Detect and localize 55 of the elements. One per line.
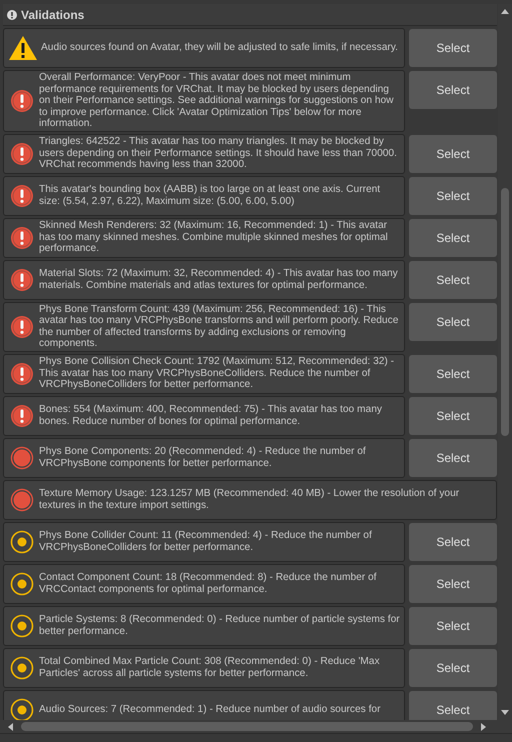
scroll-up-icon[interactable] bbox=[501, 8, 509, 14]
scroll-down-icon[interactable] bbox=[501, 710, 509, 716]
message-text: Skinned Mesh Renderers: 32 (Maximum: 16, Recommended: 1) - This avatar has too many skinned meshes. Combine multiple skinned meshes for optimal performance. bbox=[39, 220, 389, 255]
message-text: Bones: 554 (Maximum: 400, Recommended: 75) - This avatar has too many bones. Reduce number of bones for optimal performance. bbox=[39, 404, 383, 427]
select-button[interactable]: Select bbox=[409, 176, 497, 214]
error-icon bbox=[10, 268, 34, 292]
horizontal-scrollbar[interactable] bbox=[0, 720, 512, 734]
error-icon bbox=[10, 404, 34, 428]
message-text: This avatar's bounding box (AABB) is too large on at least one axis. Current size: (5.54, 2.97, 6.22), Maximum size: (5.00, 6.00, 5.00) bbox=[39, 184, 382, 207]
scroll-thumb[interactable] bbox=[501, 188, 509, 436]
message-text: Phys Bone Transform Count: 439 (Maximum: 256, Recommended: 16) - This avatar has too many VRCPhysBone transforms and will perform poorly. Reduce the number of affected transforms by adding exclusions or removing components. bbox=[39, 304, 400, 350]
select-button[interactable]: Select bbox=[409, 564, 497, 602]
message-text: Triangles: 642522 - This avatar has too many triangles. It may be blocked by users depending on their Performance settings. It should have less than 70000. VRChat recommends having less than 32000. bbox=[39, 136, 398, 171]
message-text: Phys Bone Components: 20 (Recommended: 4) - Reduce the number of VRCPhysBone components for better performance. bbox=[39, 446, 367, 469]
error-icon bbox=[10, 142, 34, 166]
select-button[interactable]: Select bbox=[409, 396, 497, 434]
message-text: Particle Systems: 8 (Recommended: 0) - Reduce number of particle systems for better performance. bbox=[39, 614, 401, 637]
message-text: Total Combined Max Particle Count: 308 (Recommended: 0) - Reduce 'Max Particles' across all particle systems for better performance. bbox=[39, 656, 381, 679]
error-icon bbox=[10, 88, 34, 113]
select-button[interactable]: Select bbox=[409, 29, 497, 67]
caution-dot-icon bbox=[10, 572, 34, 596]
message-text: Phys Bone Collider Count: 11 (Recommended: 4) - Reduce the number of VRCPhysBoneColliders for better performance. bbox=[39, 530, 373, 553]
select-button[interactable]: Select bbox=[409, 522, 497, 560]
message-text: Texture Memory Usage: 123.1257 MB (Recommended: 40 MB) - Lower the resolution of your textures in the texture import settings. bbox=[39, 488, 460, 511]
select-button[interactable]: Select bbox=[409, 134, 497, 172]
error-dot-icon bbox=[10, 488, 34, 512]
error-icon bbox=[10, 184, 34, 208]
error-dot-icon bbox=[10, 446, 34, 470]
message-text: Contact Component Count: 18 (Recommended: 8) - Reduce the number of VRCContact components for optimal performance. bbox=[39, 572, 378, 595]
caution-dot-icon bbox=[10, 614, 34, 638]
message-text: Overall Performance: VeryPoor - This avatar does not meet minimum performance requirements for VRChat. It may be blocked by users depending on their Performance settings. See additional warnings for suggestions on how to improve performance. Click 'Avatar Optimization Tips' below for more information. bbox=[39, 72, 395, 130]
caution-dot-icon bbox=[10, 656, 34, 680]
caution-dot-icon bbox=[10, 530, 34, 554]
select-button[interactable]: Select bbox=[409, 648, 497, 686]
scroll-left-icon[interactable] bbox=[7, 722, 13, 730]
select-button[interactable]: Select bbox=[409, 438, 497, 476]
select-button[interactable]: Select bbox=[409, 606, 497, 644]
section-title: Validations bbox=[21, 6, 84, 24]
select-button[interactable]: Select bbox=[409, 354, 497, 392]
scroll-right-icon[interactable] bbox=[481, 722, 487, 730]
message-text: Audio sources found on Avatar, they will be adjusted to safe limits, if necessary. bbox=[41, 42, 398, 54]
error-icon bbox=[10, 226, 34, 250]
select-button[interactable]: Select bbox=[409, 302, 497, 340]
error-icon bbox=[10, 314, 34, 338]
warning-icon bbox=[8, 35, 38, 61]
message-text: Audio Sources: 7 (Recommended: 1) - Reduce number of audio sources for bbox=[39, 704, 380, 716]
select-button[interactable]: Select bbox=[409, 260, 497, 298]
message-text: Phys Bone Collision Check Count: 1792 (Maximum: 512, Recommended: 32) - This avatar has too many VRCPhysBoneColliders. Reduce the number of VRCPhysBoneColliders for better performance. bbox=[39, 356, 396, 391]
select-button[interactable]: Select bbox=[409, 71, 497, 109]
message-text: Material Slots: 72 (Maximum: 32, Recommended: 4) - This avatar has too many materials. Combine materials and atlas textures for optimal performance. bbox=[39, 268, 399, 291]
error-icon bbox=[10, 362, 34, 386]
scroll-thumb[interactable] bbox=[21, 722, 473, 731]
info-icon bbox=[7, 10, 17, 20]
select-button[interactable]: Select bbox=[409, 690, 497, 720]
select-button[interactable]: Select bbox=[409, 218, 497, 256]
